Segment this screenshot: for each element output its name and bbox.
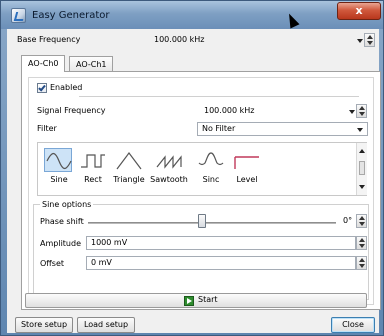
waveform-level[interactable]: Level bbox=[228, 145, 266, 193]
signal-frequency-value: 100.000 kHz bbox=[204, 106, 255, 115]
offset-field[interactable]: 0 mV bbox=[86, 256, 356, 270]
filter-dropdown-icon[interactable] bbox=[357, 128, 363, 132]
scroll-thumb[interactable] bbox=[359, 161, 365, 175]
waveform-sawtooth-label: Sawtooth bbox=[150, 175, 188, 184]
phase-shift-field[interactable]: 0° bbox=[340, 214, 356, 228]
offset-label: Offset bbox=[40, 259, 65, 268]
amplitude-label: Amplitude bbox=[40, 239, 81, 248]
level-wave-icon bbox=[232, 148, 260, 172]
phase-shift-slider-thumb[interactable] bbox=[198, 214, 207, 228]
filter-label: Filter bbox=[37, 124, 57, 133]
start-button[interactable]: Start bbox=[25, 293, 367, 308]
signal-frequency-label: Signal Frequency bbox=[37, 106, 106, 115]
scroll-up-icon[interactable] bbox=[359, 149, 365, 153]
app-icon bbox=[11, 8, 26, 23]
phase-shift-value: 0° bbox=[343, 216, 353, 225]
signal-frequency-dropdown-icon[interactable] bbox=[349, 110, 355, 114]
waveform-sawtooth[interactable]: Sawtooth bbox=[150, 145, 188, 193]
store-setup-button[interactable]: Store setup bbox=[15, 317, 73, 333]
check-icon bbox=[38, 83, 46, 92]
waveform-level-label: Level bbox=[236, 175, 258, 184]
window-close-button[interactable]: x bbox=[337, 2, 381, 20]
phase-shift-label: Phase shift bbox=[40, 217, 84, 226]
filter-value: No Filter bbox=[202, 124, 236, 133]
easy-generator-window: Easy Generator x Base Frequency 100.000 … bbox=[0, 0, 384, 336]
waveform-scrollbar[interactable] bbox=[356, 143, 367, 195]
window-title: Easy Generator bbox=[32, 10, 110, 21]
amplitude-field[interactable]: 1000 mV bbox=[86, 236, 356, 250]
waveform-sinc[interactable]: Sinc bbox=[192, 145, 230, 193]
base-frequency-field[interactable]: 100.000 kHz bbox=[149, 33, 354, 47]
base-frequency-label: Base Frequency bbox=[17, 35, 81, 44]
tab-ao-ch1[interactable]: AO-Ch1 bbox=[69, 56, 114, 72]
close-button[interactable]: Close bbox=[331, 317, 375, 333]
waveform-rect[interactable]: Rect bbox=[74, 145, 112, 193]
filter-select[interactable]: No Filter bbox=[197, 122, 368, 136]
play-icon bbox=[184, 296, 194, 306]
waveform-sine[interactable]: Sine bbox=[40, 145, 78, 193]
scroll-down-icon[interactable] bbox=[359, 185, 365, 189]
base-frequency-value: 100.000 kHz bbox=[154, 35, 205, 44]
sine-options-title: Sine options bbox=[40, 200, 94, 209]
sine-wave-icon bbox=[44, 148, 72, 172]
amplitude-spinner[interactable] bbox=[356, 236, 367, 250]
base-frequency-dropdown-icon[interactable] bbox=[357, 39, 363, 43]
base-frequency-spinner[interactable] bbox=[364, 33, 375, 47]
channel-settings-group: Enabled Signal Frequency 100.000 kHz Fil… bbox=[28, 77, 374, 305]
rect-wave-icon bbox=[78, 148, 106, 172]
triangle-wave-icon bbox=[114, 148, 142, 172]
channel-panel: Enabled Signal Frequency 100.000 kHz Fil… bbox=[21, 71, 381, 310]
phase-shift-slider[interactable] bbox=[88, 222, 336, 224]
waveform-picker: Sine Rect Triangle Sawtooth Sinc Level bbox=[37, 142, 367, 196]
tab-ao-ch0[interactable]: AO-Ch0 bbox=[21, 55, 66, 72]
enabled-label: Enabled bbox=[50, 83, 83, 92]
phase-shift-spinner[interactable] bbox=[356, 214, 367, 228]
sinc-wave-icon bbox=[196, 148, 224, 172]
load-setup-button[interactable]: Load setup bbox=[77, 317, 135, 333]
offset-value: 0 mV bbox=[91, 258, 112, 267]
enabled-separator bbox=[79, 96, 359, 97]
signal-frequency-field[interactable]: 100.000 kHz bbox=[199, 104, 349, 118]
title-bar[interactable]: Easy Generator x bbox=[1, 1, 383, 29]
signal-frequency-spinner[interactable] bbox=[356, 104, 367, 118]
waveform-triangle[interactable]: Triangle bbox=[110, 145, 148, 193]
amplitude-value: 1000 mV bbox=[91, 238, 128, 247]
start-label: Start bbox=[198, 295, 218, 304]
sine-options-group: Sine options Phase shift 0° Amplitude 10… bbox=[33, 200, 369, 300]
offset-spinner[interactable] bbox=[356, 256, 367, 270]
mouse-cursor-icon bbox=[284, 11, 300, 29]
enabled-checkbox[interactable] bbox=[37, 83, 47, 93]
dialog-body: Base Frequency 100.000 kHz AO-Ch0 AO-Ch1… bbox=[7, 29, 381, 333]
sawtooth-wave-icon bbox=[154, 148, 182, 172]
